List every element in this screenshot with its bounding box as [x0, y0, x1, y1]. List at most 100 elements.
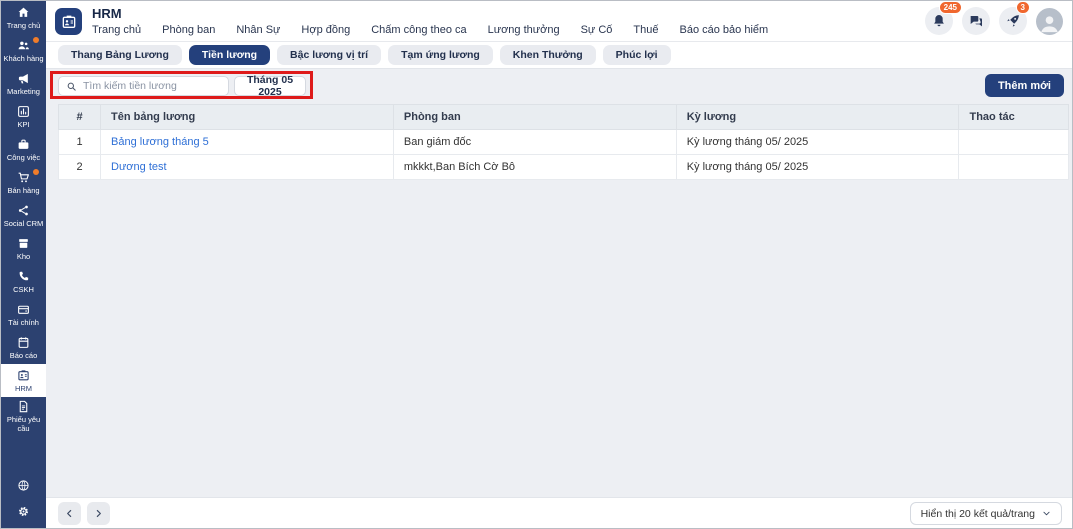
row-period: Kỳ lương tháng 05/ 2025 — [676, 130, 959, 155]
nav-luong-thuong[interactable]: Lương thưởng — [488, 24, 560, 36]
request-doc-icon — [17, 400, 30, 413]
rocket-icon — [1005, 13, 1021, 29]
hrm-app-window: Trang chủ Khách hàng Marketing KPI Công … — [0, 0, 1073, 529]
table-row: 1 Bảng lương tháng 5 Ban giám đốc Kỳ lươ… — [59, 130, 1069, 155]
sidebar-item-cong-viec[interactable]: Công việc — [1, 133, 46, 166]
cart-icon — [17, 171, 30, 184]
id-badge-icon — [17, 369, 30, 382]
search-icon — [66, 81, 77, 92]
app-header: HRM Trang chủ Phòng ban Nhân Sự Hợp đồng… — [46, 1, 1072, 42]
nav-nhan-su[interactable]: Nhân Sự — [236, 24, 280, 36]
search-input[interactable] — [83, 80, 221, 92]
sidebar-item-phieu-yeu-cau[interactable]: Phiếu yêu cầu — [1, 397, 46, 436]
sidebar-globe-button[interactable] — [1, 472, 46, 498]
prev-page-button[interactable] — [58, 502, 81, 525]
tab-bac-luong-vi-tri[interactable]: Bậc lương vị trí — [277, 45, 381, 65]
salary-tabs: Thang Bảng Lương Tiền lương Bậc lương vị… — [46, 42, 1072, 69]
report-icon — [17, 336, 30, 349]
hrm-app-icon[interactable] — [55, 8, 82, 35]
row-department: mkkkt,Ban Bích Cờ Bô — [393, 155, 676, 180]
person-icon — [1038, 12, 1061, 35]
sidebar-spacer — [1, 436, 46, 472]
add-new-button[interactable]: Thêm mới — [985, 74, 1064, 97]
sidebar-item-tai-chinh[interactable]: Tài chính — [1, 298, 46, 331]
rocket-button[interactable]: 3 — [999, 7, 1027, 35]
sidebar-item-label: CSKH — [13, 285, 34, 294]
month-picker-button[interactable]: Tháng 05 2025 — [234, 76, 306, 96]
col-header-index: # — [59, 105, 101, 130]
notifications-count-badge: 245 — [939, 1, 962, 14]
pagination-bar: Hiển thị 20 kết quả/trang — [46, 497, 1072, 528]
page-size-selector[interactable]: Hiển thị 20 kết quả/trang — [910, 502, 1062, 525]
tab-tam-ung-luong[interactable]: Tạm ứng lương — [388, 45, 493, 65]
sidebar-item-bao-cao[interactable]: Báo cáo — [1, 331, 46, 364]
sidebar-item-trang-chu[interactable]: Trang chủ — [1, 1, 46, 34]
row-department: Ban giám đốc — [393, 130, 676, 155]
sidebar-item-social-crm[interactable]: Social CRM — [1, 199, 46, 232]
nav-trang-chu[interactable]: Trang chủ — [92, 24, 141, 36]
nav-bao-cao-bao-hiem[interactable]: Báo cáo bảo hiểm — [680, 24, 769, 36]
sidebar-item-kho[interactable]: Kho — [1, 232, 46, 265]
chevron-down-icon — [1042, 509, 1051, 518]
sidebar-item-label: Bán hàng — [7, 186, 39, 195]
customers-icon — [17, 39, 30, 52]
row-period: Kỳ lương tháng 05/ 2025 — [676, 155, 959, 180]
next-page-button[interactable] — [87, 502, 110, 525]
page-title: HRM — [92, 6, 122, 21]
chevron-right-icon — [93, 508, 104, 519]
tab-khen-thuong[interactable]: Khen Thưởng — [500, 45, 596, 65]
tab-tien-luong[interactable]: Tiền lương — [189, 45, 270, 65]
sidebar-item-label: Trang chủ — [7, 21, 41, 30]
nav-su-co[interactable]: Sự Cố — [581, 24, 613, 36]
sidebar-item-label: Công việc — [7, 153, 40, 162]
page-size-label: Hiển thị 20 kết quả/trang — [921, 508, 1035, 520]
sidebar-item-cskh[interactable]: CSKH — [1, 265, 46, 298]
notification-dot — [33, 169, 39, 175]
messages-button[interactable] — [962, 7, 990, 35]
sidebar-item-label: Phiếu yêu cầu — [2, 415, 45, 433]
sidebar-item-khach-hang[interactable]: Khách hàng — [1, 34, 46, 67]
sidebar-settings-button[interactable] — [1, 498, 46, 524]
notification-dot — [33, 37, 39, 43]
row-index: 1 — [59, 130, 101, 155]
header-actions: 245 3 — [925, 7, 1063, 35]
user-avatar[interactable] — [1036, 8, 1063, 35]
sidebar-item-label: Tài chính — [8, 318, 39, 327]
nav-phong-ban[interactable]: Phòng ban — [162, 24, 215, 36]
share-icon — [17, 204, 30, 217]
sidebar-item-label: Báo cáo — [10, 351, 38, 360]
salary-table-wrap: # Tên bảng lương Phòng ban Kỳ lương Thao… — [58, 104, 1069, 180]
search-box[interactable] — [58, 76, 229, 96]
payroll-link[interactable]: Dương test — [111, 161, 167, 173]
briefcase-icon — [17, 138, 30, 151]
chevron-left-icon — [64, 508, 75, 519]
phone-icon — [17, 270, 30, 283]
nav-cham-cong-theo-ca[interactable]: Chấm công theo ca — [371, 24, 466, 36]
rocket-count-badge: 3 — [1016, 1, 1030, 14]
sidebar-item-label: Social CRM — [4, 219, 44, 228]
row-actions — [959, 130, 1069, 155]
tab-phuc-loi[interactable]: Phúc lợi — [603, 45, 671, 65]
id-badge-icon — [61, 14, 77, 30]
payroll-link[interactable]: Bảng lương tháng 5 — [111, 136, 209, 148]
nav-thue[interactable]: Thuế — [633, 24, 658, 36]
globe-icon — [17, 479, 30, 492]
nav-hop-dong[interactable]: Hợp đồng — [301, 24, 350, 36]
table-row: 2 Dương test mkkkt,Ban Bích Cờ Bô Kỳ lươ… — [59, 155, 1069, 180]
sidebar-item-label: KPI — [17, 120, 29, 129]
tab-thang-bang-luong[interactable]: Thang Bảng Lương — [58, 45, 182, 65]
notifications-button[interactable]: 245 — [925, 7, 953, 35]
salary-table: # Tên bảng lương Phòng ban Kỳ lương Thao… — [58, 104, 1069, 180]
module-nav: Trang chủ Phòng ban Nhân Sự Hợp đồng Chấ… — [92, 24, 768, 36]
sidebar-item-hrm[interactable]: HRM — [1, 364, 46, 397]
megaphone-icon — [17, 72, 30, 85]
col-header-period: Kỳ lương — [676, 105, 959, 130]
sidebar-item-kpi[interactable]: KPI — [1, 100, 46, 133]
col-header-name: Tên bảng lương — [101, 105, 394, 130]
sidebar-item-label: Khách hàng — [3, 54, 43, 63]
sidebar-item-marketing[interactable]: Marketing — [1, 67, 46, 100]
home-icon — [17, 6, 30, 19]
row-index: 2 — [59, 155, 101, 180]
warehouse-icon — [17, 237, 30, 250]
sidebar-item-ban-hang[interactable]: Bán hàng — [1, 166, 46, 199]
